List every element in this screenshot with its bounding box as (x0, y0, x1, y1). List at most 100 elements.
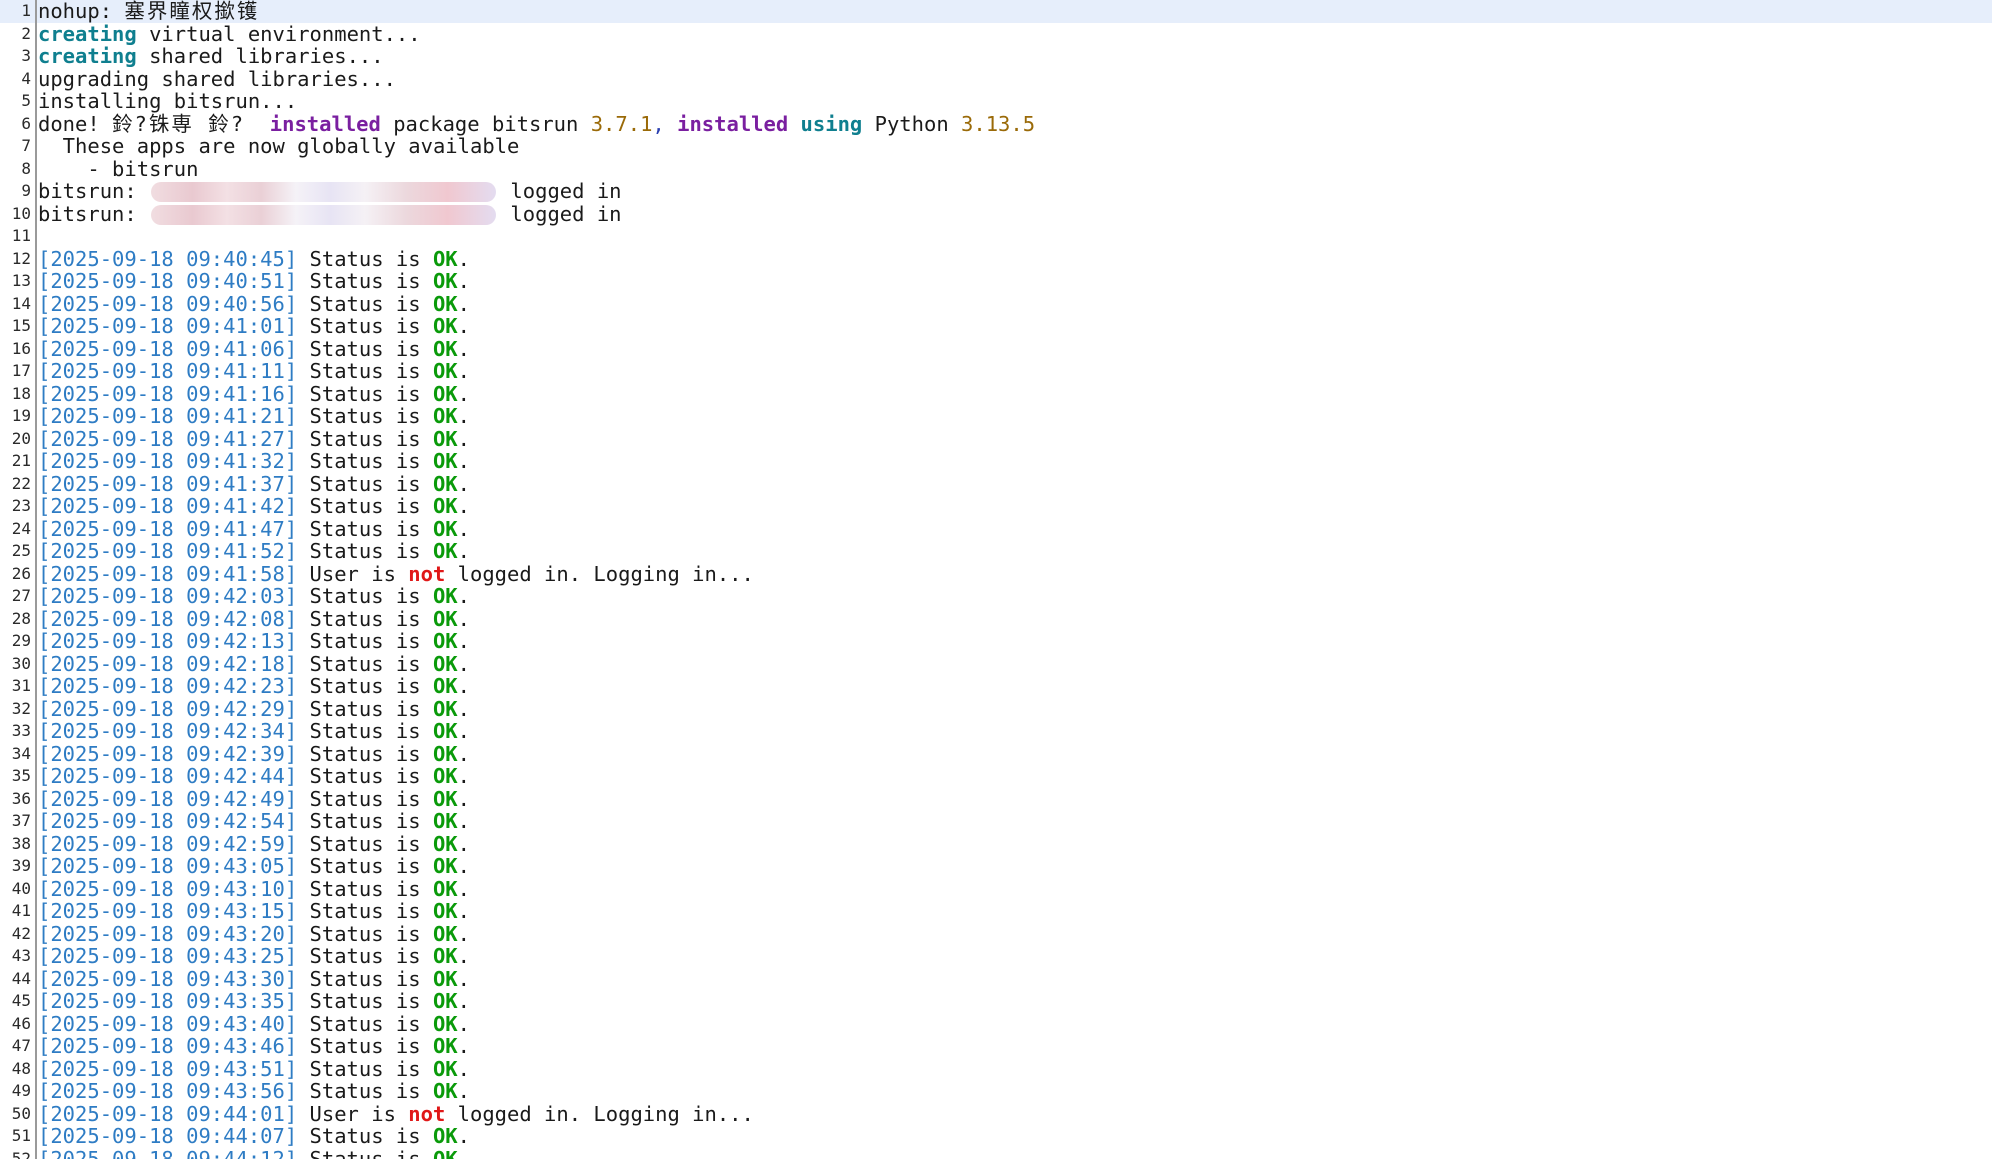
log-timestamp: [2025-09-18 09:41:42] (38, 494, 298, 518)
line-number: 2 (21, 23, 31, 43)
code-token: Status is (309, 1034, 433, 1058)
line-number: 3 (21, 46, 31, 65)
log-timestamp: [2025-09-18 09:42:23] (38, 674, 298, 698)
line-content: creating virtual environment... (38, 21, 421, 46)
garbled-text: 塞界瞳权撳镬 (124, 0, 260, 23)
code-token: Status is (309, 584, 433, 608)
line-content: [2025-09-18 09:41:52] Status is OK. (38, 540, 470, 563)
code-token: Python (862, 111, 962, 136)
code-token: . (457, 741, 470, 766)
code-token: Status is (309, 359, 433, 383)
line-number: 9 (21, 181, 31, 200)
code-token: . (457, 1011, 470, 1036)
log-timestamp: [2025-09-18 09:41:58] (38, 561, 298, 586)
code-token: . (457, 966, 470, 991)
log-timestamp: [2025-09-18 09:42:34] (38, 719, 298, 743)
code-token: Status is (309, 651, 433, 676)
status-ok: OK (432, 494, 458, 518)
code-token: . (457, 696, 470, 721)
log-timestamp: [2025-09-18 09:41:47] (38, 516, 298, 541)
code-token: logged in (498, 179, 622, 203)
line-content: [2025-09-18 09:41:32] Status is OK. (38, 450, 470, 473)
log-timestamp: [2025-09-18 09:41:06] (38, 336, 298, 361)
log-timestamp: [2025-09-18 09:42:39] (38, 741, 298, 766)
log-timestamp: [2025-09-18 09:43:25] (38, 944, 298, 968)
line-number: 7 (21, 136, 31, 155)
code-token: Status is (309, 921, 433, 946)
line-number: 1 (21, 1, 31, 20)
log-timestamp: [2025-09-18 09:44:12] (38, 1146, 298, 1159)
code-token: . (457, 471, 470, 496)
status-ok: OK (432, 741, 458, 766)
code-token: . (457, 1034, 470, 1058)
status-ok: OK (432, 696, 458, 721)
status-ok: OK (432, 1124, 458, 1148)
gutter-divider (35, 0, 37, 1159)
code-token: Status is (309, 291, 433, 316)
status-ok: OK (432, 966, 458, 991)
code-token: , (652, 111, 665, 136)
code-token: . (457, 246, 470, 271)
line-content: [2025-09-18 09:42:44] Status is OK. (38, 765, 470, 788)
status-not: not (408, 561, 446, 586)
code-token: creating (38, 21, 137, 46)
code-token: Status is (309, 539, 433, 563)
line-content: [2025-09-18 09:41:21] Status is OK. (38, 405, 470, 428)
log-timestamp: [2025-09-18 09:42:49] (38, 786, 298, 811)
log-timestamp: [2025-09-18 09:42:13] (38, 629, 298, 653)
status-ok: OK (432, 269, 458, 293)
status-ok: OK (432, 989, 458, 1013)
code-token: Status is (309, 1011, 433, 1036)
code-token: . (457, 336, 470, 361)
code-token: . (457, 1146, 470, 1159)
code-token: . (457, 876, 470, 901)
line-number: 19 (11, 406, 31, 425)
line-content: [2025-09-18 09:42:54] Status is OK. (38, 810, 470, 833)
log-timestamp: [2025-09-18 09:43:46] (38, 1034, 298, 1058)
line-number: 25 (11, 541, 31, 560)
status-ok: OK (432, 854, 458, 878)
line-content: bitsrun: logged in (38, 180, 622, 203)
code-token: Status is (309, 876, 433, 901)
status-ok: OK (432, 404, 458, 428)
line-content: - bitsrun (38, 157, 198, 181)
code-token: Status is (309, 1146, 433, 1159)
code-token: . (457, 1079, 470, 1103)
log-timestamp: [2025-09-18 09:42:54] (38, 809, 298, 833)
log-timestamp: [2025-09-18 09:41:27] (38, 426, 298, 451)
line-number: 26 (11, 563, 31, 583)
code-token: installed (269, 111, 381, 136)
current-line-highlight (0, 0, 1992, 23)
status-ok: OK (432, 1146, 458, 1159)
code-token: done! (38, 111, 113, 136)
line-content: creating shared libraries... (38, 45, 384, 68)
line-number: 38 (11, 833, 31, 853)
code-token: Status is (309, 426, 433, 451)
line-number: 42 (11, 923, 31, 943)
code-token: using (800, 111, 863, 136)
line-number: 50 (11, 1103, 31, 1123)
line-number: 35 (11, 766, 31, 785)
line-number: 15 (11, 316, 31, 335)
code-token: . (457, 764, 470, 788)
code-token: . (457, 291, 470, 316)
text-editor[interactable]: 1 nohup: 塞界瞳权撳镬 2 creating virtual environm… (0, 0, 1992, 1159)
code-token: . (457, 494, 470, 518)
line-number: 43 (11, 946, 31, 965)
code-token: Status is (309, 516, 433, 541)
line-content: [2025-09-18 09:44:12] Status is OK. (38, 1146, 470, 1159)
line-content: [2025-09-18 09:43:35] Status is OK. (38, 990, 470, 1013)
line-content: [2025-09-18 09:43:25] Status is OK. (38, 945, 470, 968)
